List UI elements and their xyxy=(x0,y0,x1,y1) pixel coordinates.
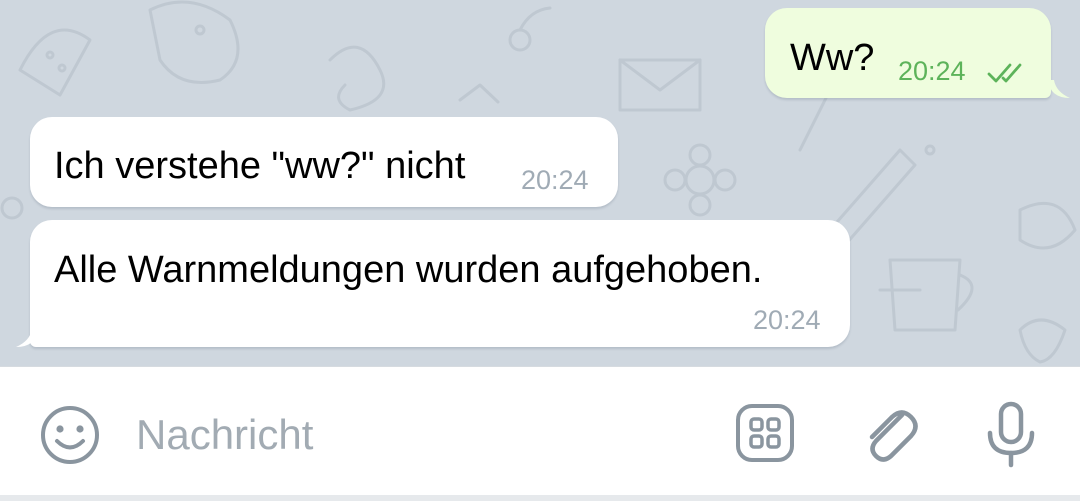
message-text: Ich verstehe "ww?" nicht xyxy=(54,145,466,187)
message-text: Alle Warnmeldungen wurden aufgehoben. xyxy=(54,249,763,291)
message-time: 20:24 xyxy=(898,56,966,86)
message-time: 20:24 xyxy=(521,165,589,195)
bot-commands-icon[interactable] xyxy=(734,402,796,464)
message-text: Ww? xyxy=(790,37,875,79)
incoming-message-bubble[interactable]: Ich verstehe "ww?" nicht 20:24 xyxy=(30,117,618,207)
message-composer xyxy=(0,366,1080,501)
incoming-message-bubble[interactable]: Alle Warnmeldungen wurden aufgehoben. 20… xyxy=(30,220,850,347)
outgoing-message-bubble[interactable]: Ww? 20:24 xyxy=(765,8,1051,98)
message-input[interactable] xyxy=(136,407,696,463)
bottom-divider xyxy=(0,495,1080,501)
paperclip-icon[interactable] xyxy=(858,401,922,467)
chat-area[interactable]: Ww? 20:24 Ich verstehe "ww?" nicht 20:24… xyxy=(0,0,1080,366)
double-check-icon xyxy=(987,63,1022,83)
microphone-icon[interactable] xyxy=(982,401,1040,469)
incoming-bubble-tail xyxy=(16,329,38,347)
outgoing-bubble-tail xyxy=(1048,80,1070,98)
message-time: 20:24 xyxy=(753,305,821,335)
emoji-icon[interactable] xyxy=(38,403,102,467)
